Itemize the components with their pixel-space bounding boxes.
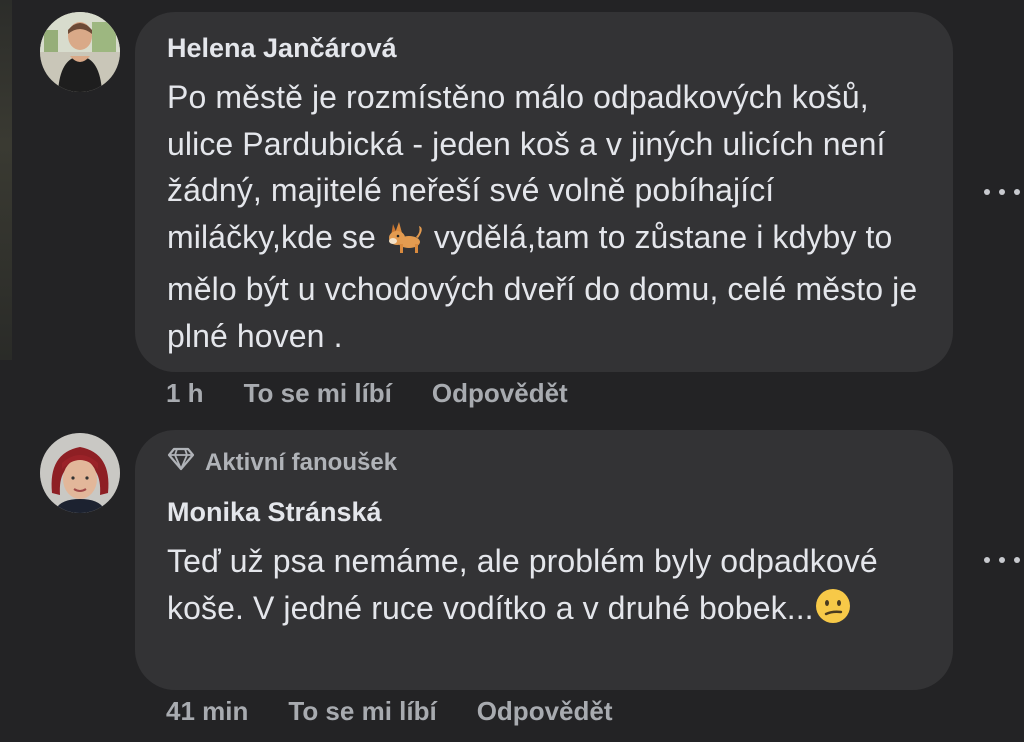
background-image-edge bbox=[0, 0, 12, 360]
confused-face-emoji bbox=[814, 587, 852, 638]
diamond-icon bbox=[167, 446, 195, 480]
comment-author[interactable]: Helena Jančárová bbox=[167, 32, 925, 64]
more-options-icon[interactable] bbox=[984, 182, 1020, 202]
comment-actions: 1 h To se mi líbí Odpovědět bbox=[166, 378, 568, 409]
fan-badge: Aktivní fanoušek bbox=[167, 446, 925, 480]
avatar[interactable] bbox=[40, 12, 120, 92]
avatar[interactable] bbox=[40, 433, 120, 513]
comments-screen: Helena Jančárová Po městě je rozmístěno … bbox=[0, 0, 1024, 742]
dog-emoji bbox=[385, 218, 425, 267]
comment-text: Po městě je rozmístěno málo odpadkových … bbox=[167, 74, 925, 359]
comment-text-part: Teď už psa nemáme, ale problém byly odpa… bbox=[167, 543, 878, 626]
like-button[interactable]: To se mi líbí bbox=[288, 696, 436, 727]
comment-text: Teď už psa nemáme, ale problém byly odpa… bbox=[167, 538, 925, 637]
comment-bubble: Aktivní fanoušek Monika Stránská Teď už … bbox=[135, 430, 953, 690]
comment-author[interactable]: Monika Stránská bbox=[167, 496, 925, 528]
comment-time[interactable]: 41 min bbox=[166, 696, 248, 727]
reply-button[interactable]: Odpovědět bbox=[477, 696, 613, 727]
like-button[interactable]: To se mi líbí bbox=[244, 378, 392, 409]
fan-badge-label: Aktivní fanoušek bbox=[205, 449, 398, 476]
reply-button[interactable]: Odpovědět bbox=[432, 378, 568, 409]
comment-bubble: Helena Jančárová Po městě je rozmístěno … bbox=[135, 12, 953, 372]
comment-actions: 41 min To se mi líbí Odpovědět bbox=[166, 696, 613, 727]
more-options-icon[interactable] bbox=[984, 550, 1020, 570]
comment-time[interactable]: 1 h bbox=[166, 378, 204, 409]
